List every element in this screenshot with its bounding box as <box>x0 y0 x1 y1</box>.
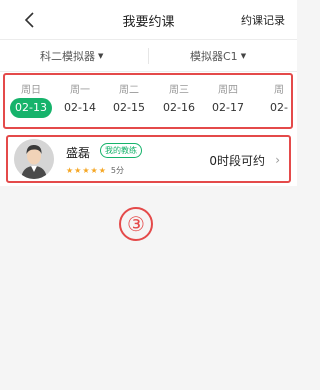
day-weekday: 周四 <box>218 85 238 96</box>
rating-score: 5分 <box>110 166 124 175</box>
star-icon: ★ <box>98 165 106 175</box>
user-avatar-icon <box>14 139 54 179</box>
date-strip-highlight: 周日 02-13 周一 02-14 周二 02-15 周三 02-16 周四 0… <box>3 73 293 129</box>
day-date: 02-13 <box>10 98 52 118</box>
available-slots: 0时段可约 <box>209 154 265 168</box>
my-coach-badge: 我的教练 <box>100 143 142 158</box>
filter-divider <box>148 48 149 64</box>
day-weekday: 周一 <box>70 85 90 96</box>
day-weekday: 周二 <box>119 85 139 96</box>
day-tab-thu[interactable]: 周四 02-17 <box>204 81 252 118</box>
booking-records-link[interactable]: 约课记录 <box>241 12 285 28</box>
caret-down-icon: ▼ <box>98 52 104 60</box>
device-filter[interactable]: 模拟器C1 ▼ <box>190 48 246 64</box>
avatar <box>14 139 54 179</box>
day-tab-tue[interactable]: 周二 02-15 <box>105 81 153 118</box>
day-tab-wed[interactable]: 周三 02-16 <box>155 81 203 118</box>
day-tab-fri[interactable]: 周 02- <box>255 81 291 118</box>
day-date: 02- <box>270 101 288 114</box>
day-weekday: 周 <box>274 85 284 96</box>
day-date: 02-16 <box>163 101 195 114</box>
subject-filter[interactable]: 科二模拟器 ▼ <box>40 48 103 64</box>
rating-stars: ★ ★ ★ ★ ★ 5分 <box>66 165 124 176</box>
chevron-right-icon: › <box>275 153 280 167</box>
star-icon: ★ <box>82 165 90 175</box>
subject-filter-label: 科二模拟器 <box>40 50 95 63</box>
filter-bar: 科二模拟器 ▼ 模拟器C1 ▼ <box>0 40 297 72</box>
day-tab-sun[interactable]: 周日 02-13 <box>7 81 55 118</box>
coach-list: 盛磊 我的教练 ★ ★ ★ ★ ★ 5分 0时段可约 › <box>0 132 297 186</box>
caret-down-icon: ▼ <box>240 52 247 60</box>
day-date: 02-15 <box>113 101 145 114</box>
coach-card[interactable]: 盛磊 我的教练 ★ ★ ★ ★ ★ 5分 0时段可约 › <box>6 135 291 183</box>
day-date: 02-14 <box>64 101 96 114</box>
star-icon: ★ <box>74 165 82 175</box>
day-weekday: 周日 <box>21 85 41 96</box>
star-icon: ★ <box>66 165 74 175</box>
device-filter-label: 模拟器C1 <box>190 50 238 63</box>
day-tab-mon[interactable]: 周一 02-14 <box>56 81 104 118</box>
coach-name: 盛磊 <box>66 146 91 160</box>
step-number-marker: ③ <box>119 207 153 241</box>
day-date: 02-17 <box>212 101 244 114</box>
top-nav-bar: 我要约课 约课记录 <box>0 0 297 40</box>
date-strip: 周日 02-13 周一 02-14 周二 02-15 周三 02-16 周四 0… <box>0 72 297 132</box>
day-weekday: 周三 <box>169 85 189 96</box>
star-icon: ★ <box>90 165 98 175</box>
